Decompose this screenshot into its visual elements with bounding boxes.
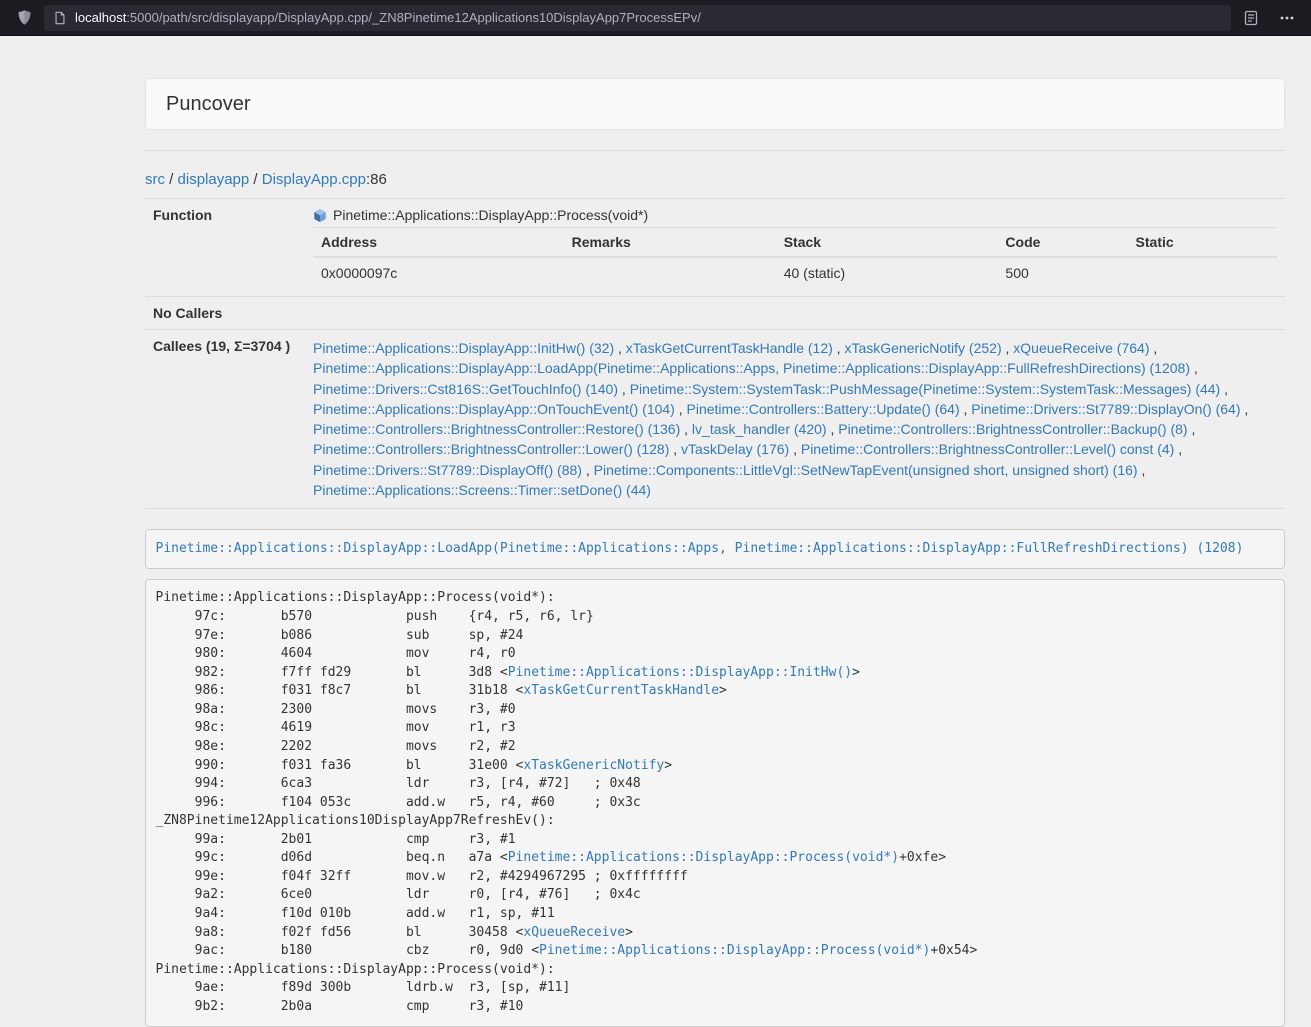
asm-symbol-link[interactable]: Pinetime::Applications::DisplayApp::Init… [508,665,852,680]
callee-link[interactable]: Pinetime::Applications::DisplayApp::Init… [313,340,614,356]
function-icon [313,208,327,223]
details-cell [564,257,776,288]
details-column-header: Code [997,228,1127,258]
function-name-row: Pinetime::Applications::DisplayApp::Proc… [313,207,1277,227]
page-title: Puncover [166,93,1264,115]
url-host: localhost [75,10,126,25]
asm-symbol-link[interactable]: xQueueReceive [523,925,625,940]
callee-link[interactable]: Pinetime::Drivers::St7789::DisplayOn() (… [971,401,1240,417]
callee-link[interactable]: vTaskDelay (176) [681,441,789,457]
function-details-table: AddressRemarksStackCodeStatic 0x0000097c… [313,227,1277,288]
callee-link[interactable]: lv_task_handler (420) [692,421,827,437]
breadcrumb: src / displayapp / DisplayApp.cpp:86 [145,171,1285,188]
shield-icon[interactable] [8,4,40,32]
details-table-body: 0x0000097c 40 (static)500 [313,257,1277,288]
highlighted-symbol-box: Pinetime::Applications::DisplayApp::Load… [145,529,1285,569]
callee-link[interactable]: Pinetime::Applications::DisplayApp::OnTo… [313,401,675,417]
callee-link[interactable]: Pinetime::Applications::DisplayApp::Load… [313,360,1190,376]
callee-link[interactable]: xTaskGetCurrentTaskHandle (12) [626,340,833,356]
details-header-row: AddressRemarksStackCodeStatic [313,228,1277,258]
callee-link[interactable]: Pinetime::Controllers::BrightnessControl… [801,441,1174,457]
callees-list: Pinetime::Applications::DisplayApp::Init… [305,330,1285,509]
callee-link[interactable]: Pinetime::Drivers::St7789::DisplayOff() … [313,462,582,478]
app-header-panel: Puncover [145,78,1285,130]
callees-row-label: Callees (19, Σ=3704 ) [145,330,305,509]
callee-link[interactable]: Pinetime::Applications::Screens::Timer::… [313,482,651,498]
function-row: Function Pinetime::Applications::Display… [145,199,1285,297]
url-path: :5000/path/src/displayapp/DisplayApp.cpp… [126,10,701,25]
callee-link[interactable]: Pinetime::Controllers::BrightnessControl… [313,421,680,437]
highlighted-symbol-link[interactable]: Pinetime::Applications::DisplayApp::Load… [156,541,1244,556]
callee-link[interactable]: Pinetime::Controllers::Battery::Update()… [687,401,960,417]
callers-row: No Callers [145,297,1285,330]
symbol-info-table: Function Pinetime::Applications::Display… [145,198,1285,509]
disassembly-listing: Pinetime::Applications::DisplayApp::Proc… [145,579,1285,1027]
details-column-header: Address [313,228,564,258]
details-column-header: Remarks [564,228,776,258]
function-row-content: Pinetime::Applications::DisplayApp::Proc… [305,199,1285,297]
callee-link[interactable]: xQueueReceive (764) [1013,340,1149,356]
asm-symbol-link[interactable]: xTaskGetCurrentTaskHandle [523,683,719,698]
callee-link[interactable]: Pinetime::Drivers::Cst816S::GetTouchInfo… [313,381,618,397]
asm-symbol-link[interactable]: Pinetime::Applications::DisplayApp::Proc… [508,850,899,865]
function-name: Pinetime::Applications::DisplayApp::Proc… [333,207,648,223]
page-info-icon[interactable] [53,11,67,25]
breadcrumb-link[interactable]: DisplayApp.cpp [262,171,366,188]
callers-row-content [305,297,1285,330]
url-text: localhost:5000/path/src/displayapp/Displ… [75,10,701,25]
breadcrumb-link[interactable]: src [145,171,165,188]
callee-link[interactable]: Pinetime::Controllers::BrightnessControl… [313,441,669,457]
details-cell: 40 (static) [776,257,998,288]
callee-link[interactable]: Pinetime::System::SystemTask::PushMessag… [630,381,1221,397]
details-cell: 500 [997,257,1127,288]
shield-icon [16,9,33,26]
callees-row: Callees (19, Σ=3704 ) Pinetime::Applicat… [145,330,1285,509]
callee-link[interactable]: xTaskGenericNotify (252) [844,340,1001,356]
more-options-icon [1279,10,1295,26]
details-column-header: Stack [776,228,998,258]
page-content: Puncover src / displayapp / DisplayApp.c… [145,78,1285,1027]
details-row: 0x0000097c 40 (static)500 [313,257,1277,288]
details-column-header: Static [1128,228,1277,258]
asm-symbol-link[interactable]: Pinetime::Applications::DisplayApp::Proc… [539,943,930,958]
breadcrumb-link[interactable]: displayapp [178,171,250,188]
browser-toolbar: localhost:5000/path/src/displayapp/Displ… [0,0,1311,36]
details-cell [1128,257,1277,288]
details-cell: 0x0000097c [313,257,564,288]
kebab-menu-icon[interactable] [1271,4,1303,32]
divider [145,150,1285,151]
url-bar[interactable]: localhost:5000/path/src/displayapp/Displ… [44,5,1231,31]
asm-symbol-link[interactable]: xTaskGenericNotify [523,758,664,773]
function-row-label: Function [145,199,305,297]
callee-link[interactable]: Pinetime::Controllers::BrightnessControl… [838,421,1187,437]
reader-mode-icon[interactable] [1235,4,1267,32]
details-table-head: AddressRemarksStackCodeStatic [313,228,1277,258]
callee-link[interactable]: Pinetime::Components::LittleVgl::SetNewT… [594,462,1138,478]
reader-view-icon [1243,10,1259,26]
callers-row-label: No Callers [145,297,305,330]
